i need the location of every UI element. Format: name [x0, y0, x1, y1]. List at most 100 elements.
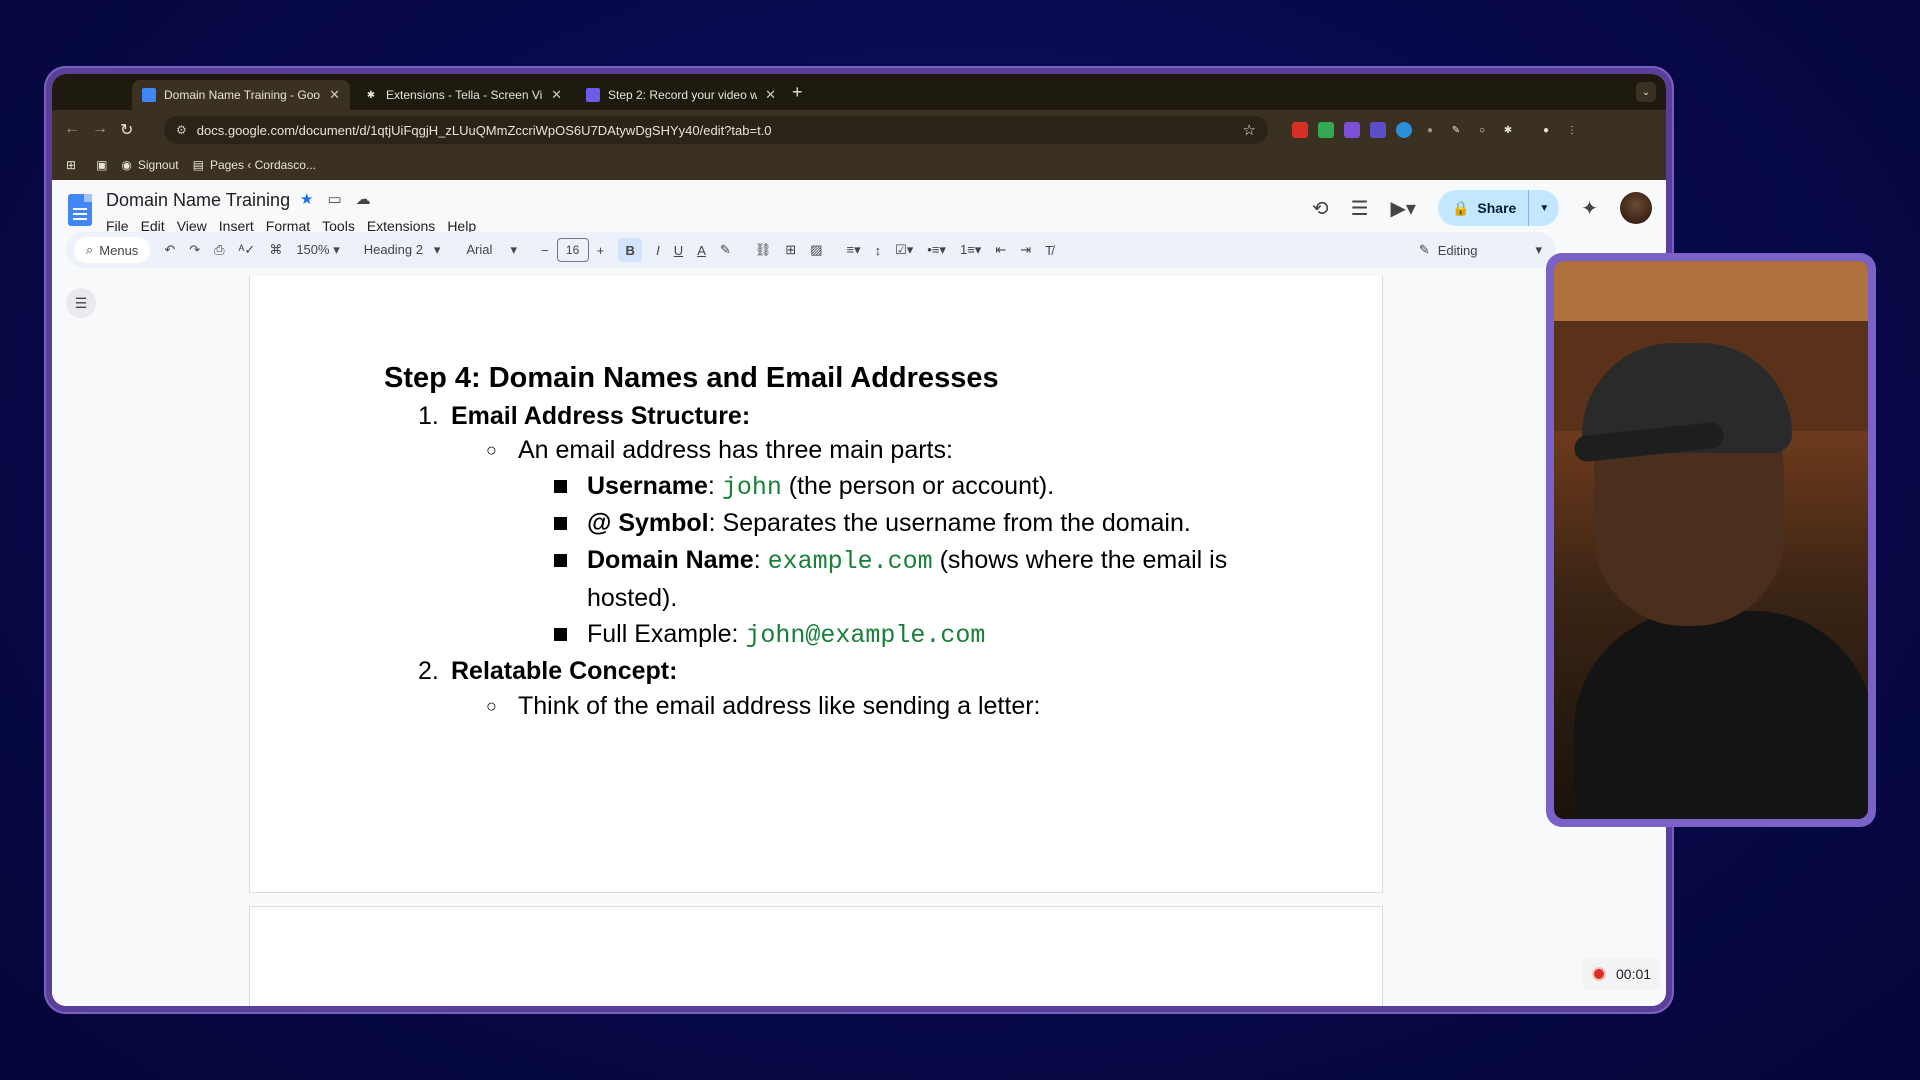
tab-tella-step2[interactable]: Step 2: Record your video wi ✕: [576, 80, 786, 110]
bookmark-star-icon[interactable]: ☆: [1243, 121, 1256, 139]
outline-icon[interactable]: ☰: [66, 288, 96, 318]
browser-window: Domain Name Training - Goo ✕ ✱ Extension…: [52, 74, 1666, 1006]
font-size-input[interactable]: 16: [556, 238, 589, 262]
decrease-indent-icon[interactable]: ⇤: [995, 242, 1006, 258]
globe-icon: ◉: [121, 158, 132, 172]
avatar[interactable]: [1620, 192, 1652, 224]
square-bullet: [554, 517, 567, 530]
tab-domain-name-training[interactable]: Domain Name Training - Goo ✕: [132, 80, 350, 110]
reload-icon[interactable]: ↻: [120, 120, 133, 140]
redo-icon[interactable]: ↷: [189, 242, 200, 258]
square-bullet: [554, 480, 567, 493]
chevron-down-icon: ▾: [1535, 242, 1542, 257]
new-tab-icon[interactable]: +: [792, 82, 803, 103]
calendar-extension-icon[interactable]: [1292, 122, 1308, 138]
paint-format-icon[interactable]: ⌘: [269, 242, 282, 258]
document-title[interactable]: Domain Name Training: [106, 190, 290, 211]
document-page[interactable]: Step 4: Domain Names and Email Addresses…: [249, 276, 1383, 893]
share-button[interactable]: 🔒 Share ▼: [1437, 190, 1560, 226]
pen-extension-icon[interactable]: ✎: [1448, 122, 1464, 138]
tab-bar: Domain Name Training - Goo ✕ ✱ Extension…: [52, 74, 1666, 110]
bookmark-folder-icon[interactable]: ▣: [96, 158, 107, 172]
globe-extension-icon[interactable]: [1396, 122, 1412, 138]
recording-timer[interactable]: 00:01: [1582, 958, 1660, 990]
bookmark-pages[interactable]: ▤ Pages ‹ Cordasco...: [193, 158, 316, 172]
editing-mode-select[interactable]: ✎ Editing ▾: [1419, 242, 1542, 258]
close-icon[interactable]: ✕: [551, 87, 562, 103]
undo-icon[interactable]: ↶: [164, 242, 175, 258]
insert-image-icon[interactable]: ▨: [810, 242, 822, 258]
increase-font-icon[interactable]: +: [597, 243, 605, 258]
heading: Step 4: Domain Names and Email Addresses: [384, 362, 999, 394]
italic-button[interactable]: I: [656, 243, 660, 258]
close-icon[interactable]: ✕: [329, 87, 340, 103]
underline-button[interactable]: U: [674, 243, 683, 258]
tab-search-icon[interactable]: ⌄: [1636, 82, 1656, 102]
profile-icon[interactable]: ●: [1538, 122, 1554, 138]
bulleted-list-icon[interactable]: •≡▾: [927, 242, 946, 258]
font-select[interactable]: Arial ▾: [466, 242, 517, 258]
checklist-icon[interactable]: ☑▾: [895, 242, 913, 258]
style-select[interactable]: Heading 2 ▾: [364, 242, 441, 258]
forward-icon[interactable]: →: [92, 120, 108, 138]
search-menus[interactable]: ⌕ Menus: [74, 237, 151, 263]
drop-extension-icon[interactable]: ○: [1474, 122, 1490, 138]
increase-indent-icon[interactable]: ⇥: [1020, 242, 1031, 258]
grid-extension-icon[interactable]: [1370, 122, 1386, 138]
presenter-body: [1574, 611, 1868, 819]
bold-button[interactable]: B: [618, 238, 643, 262]
bookmarks-bar: ⊞ ▣ ◉ Signout ▤ Pages ‹ Cordasco...: [52, 150, 1666, 180]
square-bullet: [554, 554, 567, 567]
puzzle-icon: ✱: [366, 89, 376, 101]
decrease-font-icon[interactable]: −: [541, 243, 549, 258]
pages-icon: ▤: [192, 158, 204, 172]
url-text: docs.google.com/document/d/1qtjUiFqgjH_z…: [196, 122, 772, 138]
circle-bullet: ○: [486, 440, 497, 460]
clear-formatting-icon[interactable]: T̸: [1045, 243, 1053, 258]
back-icon[interactable]: ←: [64, 120, 80, 138]
formatting-toolbar: ⌕ Menus ↶ ↷ ⎙ ᴬ✓ ⌘ 150% ▾ Heading 2 ▾ Ar…: [66, 232, 1556, 268]
move-folder-icon[interactable]: ▭: [327, 190, 341, 208]
cloud-saved-icon[interactable]: ☁: [356, 190, 371, 208]
comments-icon[interactable]: ☰: [1351, 196, 1369, 221]
extensions-puzzle-icon[interactable]: ✱: [1500, 122, 1516, 138]
bolt-extension-icon[interactable]: [1344, 122, 1360, 138]
tab-extensions[interactable]: ✱ Extensions - Tella - Screen Vi ✕: [354, 80, 572, 110]
zoom-select[interactable]: 150% ▾: [296, 242, 339, 258]
webcam-overlay[interactable]: [1546, 253, 1876, 827]
close-icon[interactable]: ✕: [765, 87, 776, 103]
record-stop-icon[interactable]: [1592, 967, 1606, 981]
tella-icon: [586, 88, 600, 102]
version-history-icon[interactable]: ⟲: [1312, 196, 1329, 221]
print-icon[interactable]: ⎙: [214, 242, 224, 258]
search-icon: ⌕: [86, 242, 94, 257]
mic-icon[interactable]: ●: [1422, 122, 1438, 138]
meet-icon[interactable]: ▶▾: [1391, 196, 1416, 221]
counter-extension-icon[interactable]: [1318, 122, 1334, 138]
align-icon[interactable]: ≡▾: [846, 242, 860, 258]
add-comment-icon[interactable]: ⊞: [785, 242, 796, 258]
star-icon[interactable]: ★: [300, 190, 313, 208]
site-info-icon[interactable]: ⚙: [176, 123, 187, 137]
line-spacing-icon[interactable]: ↕: [875, 243, 882, 258]
numbered-list-icon[interactable]: 1≡▾: [960, 242, 981, 258]
circle-bullet: ○: [486, 696, 497, 716]
gemini-icon[interactable]: ✦: [1581, 196, 1598, 221]
highlight-icon[interactable]: ✎: [720, 242, 731, 258]
lock-icon: 🔒: [1451, 199, 1470, 216]
address-bar[interactable]: ⚙ docs.google.com/document/d/1qtjUiFqgjH…: [164, 116, 1268, 144]
bookmark-signout[interactable]: ◉ Signout: [121, 158, 178, 172]
browser-toolbar: ← → ↻ ⚙ docs.google.com/document/d/1qtjU…: [52, 110, 1666, 150]
webcam-video: [1554, 261, 1868, 819]
document-page-2[interactable]: [249, 906, 1383, 1006]
square-bullet: [554, 628, 567, 641]
apps-grid-icon[interactable]: ⊞: [66, 158, 76, 172]
share-dropdown-icon[interactable]: ▼: [1528, 190, 1559, 226]
text-color-icon[interactable]: A: [697, 243, 706, 258]
docs-logo-icon[interactable]: [68, 194, 92, 226]
spellcheck-icon[interactable]: ᴬ✓: [239, 242, 256, 258]
document-canvas: ☰ Step 4: Domain Names and Email Address…: [52, 276, 1666, 1006]
pencil-icon: ✎: [1418, 242, 1430, 257]
link-icon[interactable]: ⛓: [755, 242, 772, 258]
more-vert-icon[interactable]: ⋮: [1564, 122, 1580, 138]
